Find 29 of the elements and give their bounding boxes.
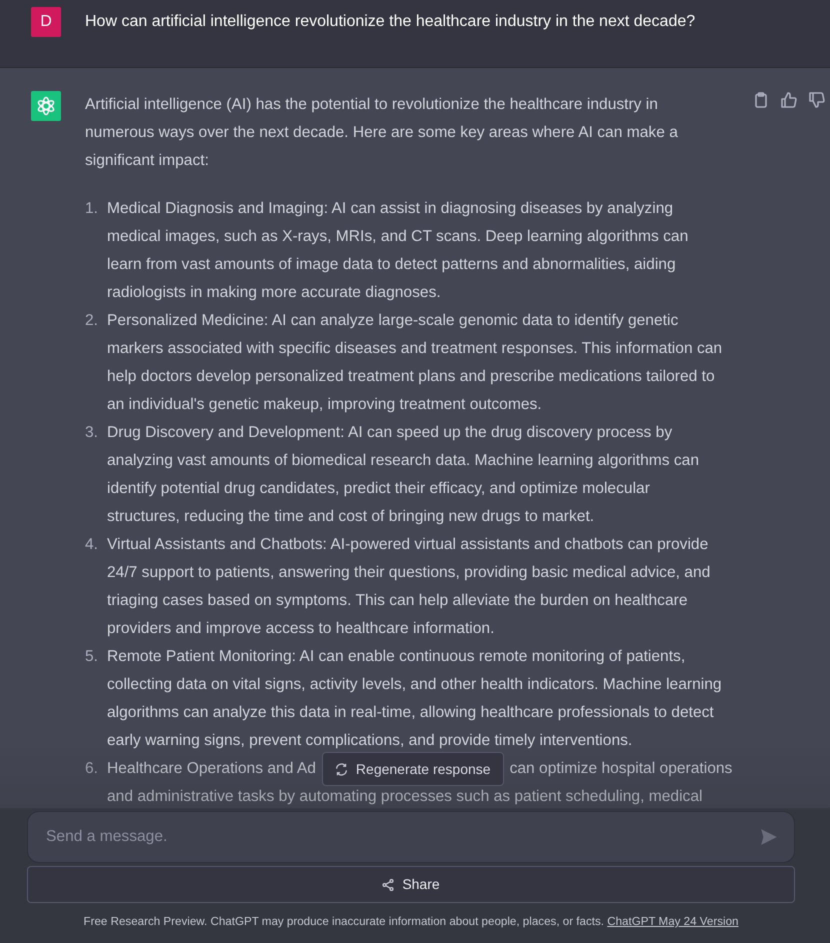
list-item-text: Virtual Assistants and Chatbots: AI-powered virtual assistants and chatbots can provide 24/7 support to patients, answering their questions, providing basic medical advice, and triaging cases based on symptoms. This can help alleviate the burden on healthcare providers and improve access to healthcare information. [107, 535, 712, 639]
copy-icon[interactable] [753, 92, 769, 108]
list-item-text: Remote Patient Monitoring: AI can enable continuous remote monitoring of patients, collecting data on vital signs, activity levels, and other health indicators. Machine learning algorithms can analyze this data in real-time, allowing healthcare professionals to detect early warning signs, prevent complications, and provide timely interventions. [107, 647, 723, 751]
assistant-logo-icon [31, 91, 61, 121]
list-item-text: can optimize hospital operations [510, 759, 732, 779]
share-button[interactable]: Share [27, 866, 795, 903]
refresh-icon [334, 762, 348, 776]
list-number: 3. [85, 423, 100, 443]
share-icon [382, 878, 394, 890]
list-item-text: Medical Diagnosis and Imaging: AI can assist in diagnosing diseases by analyzing medical images, such as X-rays, MRIs, and CT scans. Deep learning algorithms can learn from vast amounts of image data to detect patterns and abnormalities, aiding radiologists in making more accurate diagnoses. [107, 199, 690, 303]
list-item-text: Healthcare Operations and Ad [107, 759, 316, 779]
list-number: 5. [85, 647, 100, 667]
list-number: 6. [85, 759, 100, 779]
list-number: 2. [85, 311, 100, 331]
list-number: 4. [85, 535, 100, 555]
footer-disclaimer: Free Research Preview. ChatGPT may produce inaccurate information about people, places, or facts. [84, 915, 605, 928]
list-number: 1. [85, 199, 100, 219]
thumbs-down-icon[interactable] [809, 92, 825, 108]
response-paragraph: Artificial intelligence (AI) has the potential to revolutionize the healthcare industry in numerous ways over the next decade. Here are some key areas where AI can make a significant impact: [85, 95, 679, 171]
list-item-text: Personalized Medicine: AI can analyze large-scale genomic data to identify genetic markers associated with specific diseases and treatment responses. This information can help doctors develop personalized treatment plans and prescribe medications tailored to an individual's genetic makeup, improving treatment outcomes. [107, 311, 724, 415]
message-composer[interactable]: Send a message. [27, 811, 795, 863]
thumbs-up-icon[interactable] [781, 92, 797, 108]
regenerate-button[interactable]: Regenerate response [322, 752, 504, 786]
list-item-text: and administrative tasks by automating processes such as patient scheduling, medical [107, 787, 704, 807]
user-message: How can artificial intelligence revolutionize the healthcare industry in the next decade? [85, 12, 696, 32]
user-avatar: D [31, 7, 61, 37]
message-input-field[interactable]: Send a message. [44, 824, 760, 850]
list-item-text: Drug Discovery and Development: AI can speed up the drug discovery process by analyzing vast amounts of biomedical research data. Machine learning algorithms can identify potential drug candidates, predict their efficacy, and optimize molecular structures, reducing the time and cost of bringing new drugs to market. [107, 423, 700, 527]
version-link[interactable]: ChatGPT May 24 Version [607, 915, 738, 928]
